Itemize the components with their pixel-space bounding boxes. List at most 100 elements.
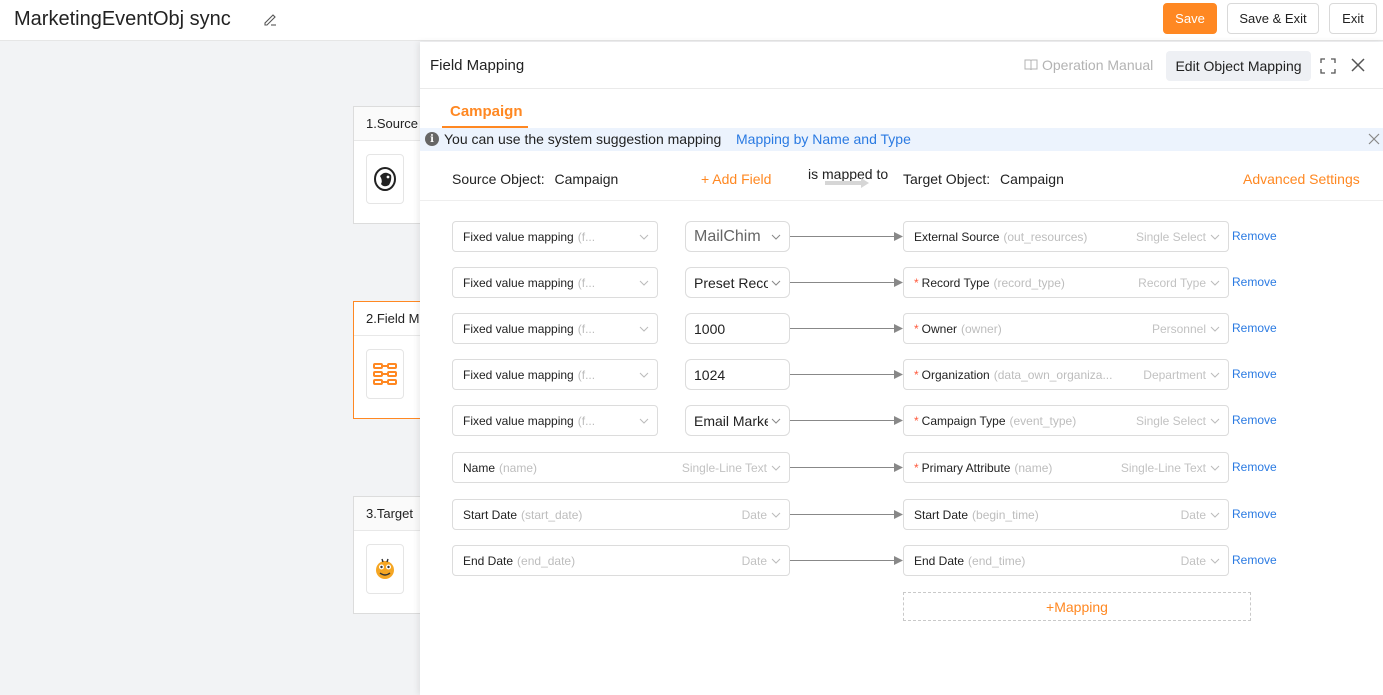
- source-field-label: Fixed value mapping: [463, 321, 574, 336]
- target-field-hint: (end_time): [968, 553, 1026, 568]
- top-bar: MarketingEventObj sync Save Save & Exit …: [0, 0, 1383, 41]
- operation-manual-label: Operation Manual: [1042, 57, 1154, 73]
- mapping-row: Fixed value mapping (f... MailChim Extern…: [420, 221, 1383, 253]
- target-field-label: Start Date: [914, 507, 969, 522]
- fixed-value-select[interactable]: Preset Reco: [685, 267, 790, 298]
- fullscreen-icon[interactable]: [1320, 58, 1336, 74]
- remove-button[interactable]: Remove: [1232, 553, 1277, 567]
- remove-button[interactable]: Remove: [1232, 321, 1277, 335]
- source-field-select[interactable]: Fixed value mapping (f...: [452, 267, 658, 298]
- source-field-select[interactable]: End Date (end_date) Date: [452, 545, 790, 576]
- source-object: Source Object: Campaign: [452, 171, 618, 187]
- operation-manual-link[interactable]: Operation Manual: [1024, 57, 1153, 73]
- source-field-select[interactable]: Fixed value mapping (f...: [452, 221, 658, 252]
- target-field-hint: (record_type): [993, 275, 1065, 290]
- source-field-label: Fixed value mapping: [463, 413, 574, 428]
- fixed-value-select[interactable]: Email Marke: [685, 405, 790, 436]
- close-icon[interactable]: [1350, 57, 1366, 73]
- chevron-down-icon: [771, 465, 781, 471]
- fixed-value-select[interactable]: MailChim: [685, 221, 790, 252]
- source-field-label: Fixed value mapping: [463, 367, 574, 382]
- add-mapping-button[interactable]: +Mapping: [903, 592, 1251, 621]
- tip-text: You can use the system suggestion mappin…: [444, 131, 722, 147]
- remove-button[interactable]: Remove: [1232, 229, 1277, 243]
- remove-button[interactable]: Remove: [1232, 275, 1277, 289]
- chevron-down-icon: [639, 280, 649, 286]
- target-object-value: Campaign: [1000, 171, 1064, 187]
- required-marker: *: [914, 460, 919, 475]
- source-object-value: Campaign: [554, 171, 619, 187]
- mapping-row: Name (name) Single-Line Text * Primary Att…: [420, 452, 1383, 484]
- remove-button[interactable]: Remove: [1232, 413, 1277, 427]
- fixed-value-input[interactable]: 1000: [685, 313, 790, 344]
- field-type: Date: [741, 508, 767, 522]
- chevron-down-icon: [639, 234, 649, 240]
- field-mapping-panel: Field Mapping Operation Manual Edit Obje…: [420, 42, 1383, 695]
- source-field-select[interactable]: Fixed value mapping (f...: [452, 405, 658, 436]
- chevron-down-icon: [1210, 465, 1220, 471]
- chevron-down-icon: [639, 326, 649, 332]
- required-marker: *: [914, 367, 919, 382]
- required-marker: *: [914, 321, 919, 336]
- chevron-down-icon: [1210, 512, 1220, 518]
- source-field-label: Fixed value mapping: [463, 229, 574, 244]
- field-type: Single-Line Text: [1120, 461, 1206, 475]
- chevron-down-icon: [1210, 372, 1220, 378]
- remove-button[interactable]: Remove: [1232, 460, 1277, 474]
- chevron-down-icon: [1210, 280, 1220, 286]
- target-field-select[interactable]: External Source (out_resources) Single Se…: [903, 221, 1229, 252]
- target-field-select[interactable]: End Date (end_time) Date: [903, 545, 1229, 576]
- field-type: Record Type: [1138, 276, 1206, 290]
- mailchimp-icon: [366, 154, 404, 204]
- step-label: 2.Field M: [354, 302, 424, 336]
- fixed-value: MailChim: [694, 227, 761, 245]
- tab-campaign[interactable]: Campaign: [450, 103, 523, 120]
- source-field-select[interactable]: Fixed value mapping (f...: [452, 359, 658, 390]
- target-field-select[interactable]: * Primary Attribute (name) Single-Line Tex…: [903, 452, 1229, 483]
- mapping-arrow: [790, 374, 895, 375]
- advanced-settings-link[interactable]: Advanced Settings: [1243, 171, 1360, 187]
- source-field-select[interactable]: Start Date (start_date) Date: [452, 499, 790, 530]
- pencil-icon[interactable]: [262, 11, 278, 27]
- target-field-label: End Date: [914, 553, 965, 568]
- field-type: Date: [741, 554, 767, 568]
- mapping-arrow: [790, 420, 895, 421]
- mapping-arrow: [790, 236, 895, 237]
- target-field-select[interactable]: Start Date (begin_time) Date: [903, 499, 1229, 530]
- fixed-value-input[interactable]: 1024: [685, 359, 790, 390]
- divider: [420, 88, 1383, 89]
- source-field-select[interactable]: Fixed value mapping (f...: [452, 313, 658, 344]
- target-field-select[interactable]: * Record Type (record_type) Record Type: [903, 267, 1229, 298]
- remove-button[interactable]: Remove: [1232, 367, 1277, 381]
- exit-button[interactable]: Exit: [1329, 3, 1377, 34]
- target-field-select[interactable]: * Campaign Type (event_type) Single Select: [903, 405, 1229, 436]
- required-marker: *: [914, 275, 919, 290]
- mapping-by-name-type-link[interactable]: Mapping by Name and Type: [736, 131, 911, 147]
- step-source[interactable]: 1.Source: [353, 106, 425, 224]
- arrow-head-icon: [894, 370, 903, 379]
- close-icon[interactable]: [1368, 133, 1380, 145]
- target-field-hint: (name): [1014, 460, 1053, 475]
- target-field-select[interactable]: * Organization (data_own_organiza... Depar…: [903, 359, 1229, 390]
- source-field-hint: (f...: [577, 413, 596, 428]
- target-field-label: Campaign Type: [921, 413, 1006, 428]
- add-field-button[interactable]: + Add Field: [701, 171, 771, 187]
- remove-button[interactable]: Remove: [1232, 507, 1277, 521]
- save-exit-button[interactable]: Save & Exit: [1227, 3, 1319, 34]
- mapping-arrow: [790, 328, 895, 329]
- chevron-down-icon: [771, 234, 781, 240]
- save-button[interactable]: Save: [1163, 3, 1217, 34]
- required-marker: *: [914, 413, 919, 428]
- field-type: Date: [1180, 554, 1206, 568]
- target-field-hint: (owner): [961, 321, 1002, 336]
- info-icon: i: [425, 132, 439, 146]
- field-type: Single Select: [1135, 230, 1206, 244]
- target-object-label: Target Object:: [903, 171, 991, 187]
- step-target[interactable]: 3.Target: [353, 496, 425, 614]
- edit-object-mapping-button[interactable]: Edit Object Mapping: [1166, 51, 1311, 81]
- step-field-mapping[interactable]: 2.Field M: [353, 301, 425, 419]
- target-field-select[interactable]: * Owner (owner) Personnel: [903, 313, 1229, 344]
- source-object-label: Source Object:: [452, 171, 545, 187]
- source-field-hint: (f...: [577, 275, 596, 290]
- source-field-select[interactable]: Name (name) Single-Line Text: [452, 452, 790, 483]
